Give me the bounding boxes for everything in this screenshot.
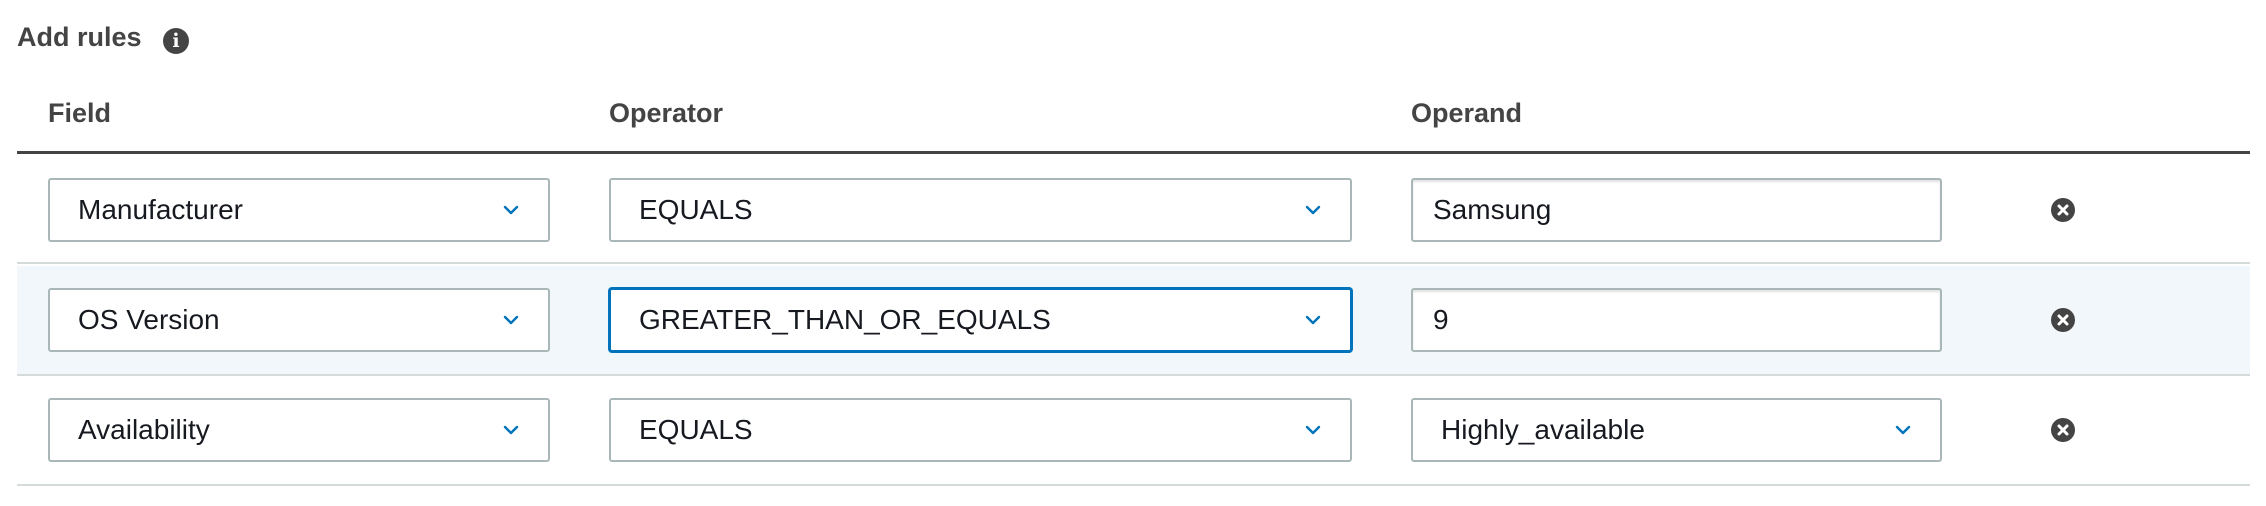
operand-select[interactable]: Highly_available <box>1411 398 1942 462</box>
remove-rule-icon[interactable] <box>2051 198 2075 222</box>
operand-input-value: 9 <box>1433 304 1449 335</box>
field-select[interactable]: OS Version <box>48 288 550 352</box>
info-icon[interactable]: i <box>163 28 189 54</box>
chevron-down-icon <box>503 315 519 325</box>
operator-select[interactable]: EQUALS <box>609 398 1352 462</box>
field-select-value: Manufacturer <box>78 194 243 225</box>
operand-input[interactable]: 9 <box>1411 288 1942 352</box>
page-title: Add rules <box>17 22 142 52</box>
column-header-field: Field <box>48 98 112 128</box>
field-select[interactable]: Manufacturer <box>48 178 550 242</box>
operator-select[interactable]: GREATER_THAN_OR_EQUALS <box>609 288 1352 352</box>
operator-select[interactable]: EQUALS <box>609 178 1352 242</box>
column-header-operator: Operator <box>609 98 724 128</box>
field-select-value: Availability <box>78 414 210 445</box>
chevron-down-icon <box>1305 425 1321 435</box>
field-select-value: OS Version <box>78 304 220 335</box>
operand-input[interactable]: Samsung <box>1411 178 1942 242</box>
chevron-down-icon <box>1305 205 1321 215</box>
operand-input-value: Samsung <box>1433 194 1552 225</box>
operator-select-value: EQUALS <box>639 414 753 445</box>
chevron-down-icon <box>1305 315 1321 325</box>
remove-rule-icon[interactable] <box>2051 308 2075 332</box>
field-select[interactable]: Availability <box>48 398 550 462</box>
remove-rule-icon[interactable] <box>2051 418 2075 442</box>
chevron-down-icon <box>503 205 519 215</box>
column-header-operand: Operand <box>1411 98 1523 128</box>
operand-select-value: Highly_available <box>1441 414 1645 445</box>
chevron-down-icon <box>503 425 519 435</box>
operator-select-value: EQUALS <box>639 194 753 225</box>
operator-select-value: GREATER_THAN_OR_EQUALS <box>639 304 1051 335</box>
chevron-down-icon <box>1895 425 1911 435</box>
